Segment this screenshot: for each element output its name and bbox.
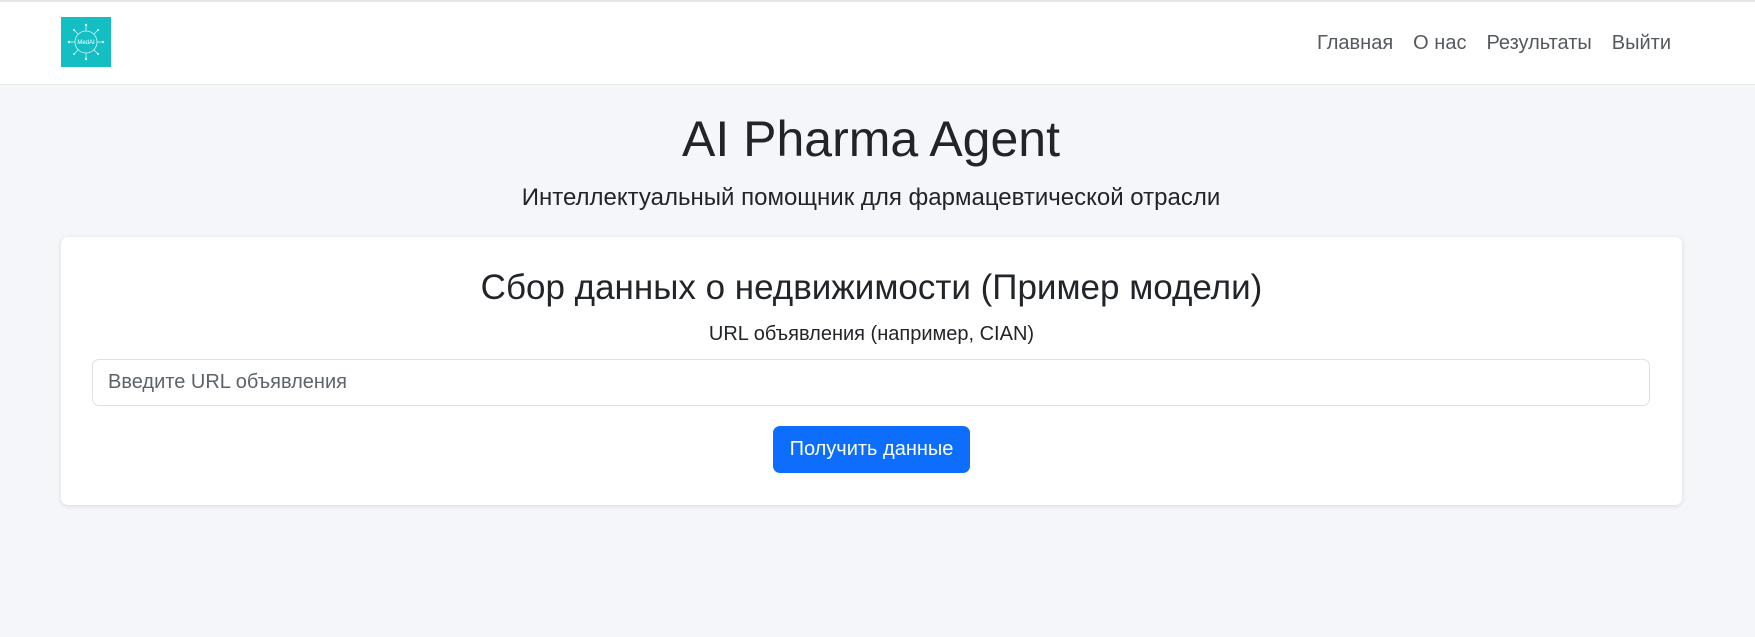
nav-link-logout[interactable]: Выйти <box>1612 29 1671 57</box>
data-collection-card: Сбор данных о недвижимости (Пример модел… <box>61 237 1682 505</box>
url-field-label: URL объявления (например, CIAN) <box>708 323 1035 345</box>
get-data-button[interactable]: Получить данные <box>773 426 970 473</box>
logo[interactable]: MedAI <box>61 17 111 67</box>
main-nav: Главная О нас Результаты Выйти <box>1297 29 1671 57</box>
page-subtitle: Интеллектуальный помощник для фармацевти… <box>521 184 1221 211</box>
card-title: Сбор данных о недвижимости (Пример модел… <box>480 268 1263 307</box>
nav-link-results[interactable]: Результаты <box>1486 29 1591 57</box>
navbar: MedAI Главная О нас Результаты Выйти <box>0 2 1755 85</box>
logo-text: MedAI <box>77 40 95 46</box>
medical-network-logo-icon: MedAI <box>67 23 105 61</box>
page-title: AI Pharma Agent <box>681 111 1060 167</box>
nav-link-home[interactable]: Главная <box>1317 29 1393 57</box>
nav-link-about[interactable]: О нас <box>1413 29 1466 57</box>
url-input[interactable] <box>92 359 1650 406</box>
